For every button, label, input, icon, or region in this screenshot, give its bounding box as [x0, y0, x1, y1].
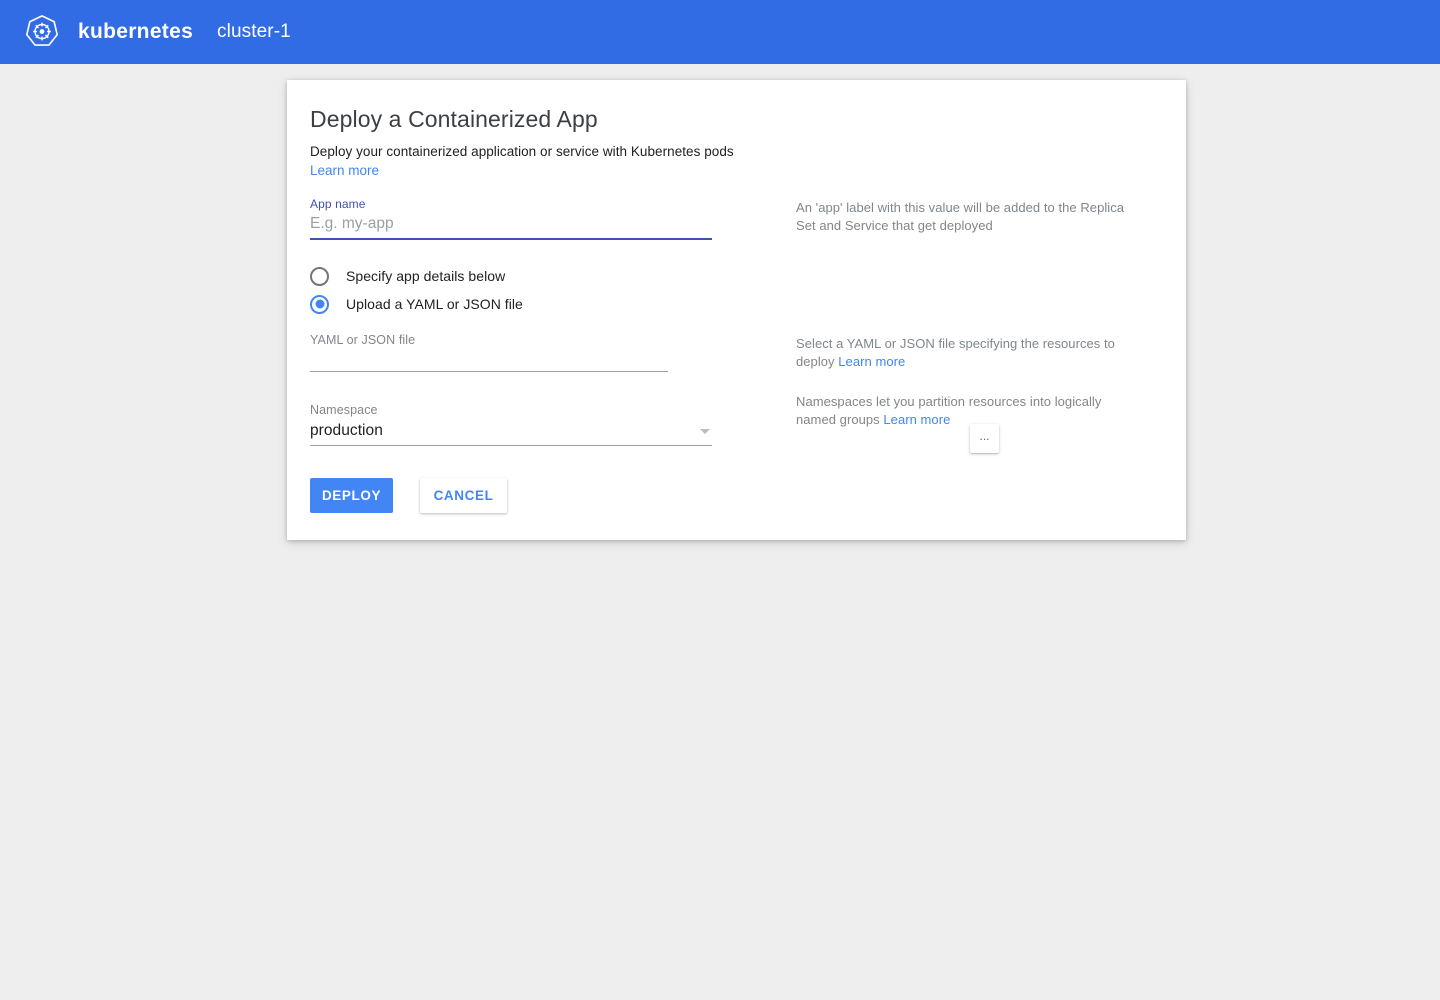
- app-name-underline: [310, 238, 712, 240]
- yaml-json-file-help: Select a YAML or JSON file specifying th…: [796, 335, 1141, 371]
- card-description: Deploy your containerized application or…: [310, 144, 734, 159]
- radio-selected-icon: [310, 294, 329, 314]
- cluster-name: cluster-1: [217, 21, 291, 42]
- app-name-help-text: An 'app' label with this value will be a…: [796, 200, 1125, 233]
- radio-unselected-icon: [310, 266, 329, 286]
- deploy-button[interactable]: DEPLOY: [310, 478, 393, 513]
- yaml-json-file-learn-more-link[interactable]: Learn more: [838, 354, 905, 369]
- namespace-selected-value: production: [310, 422, 383, 439]
- yaml-json-file-underline: [310, 371, 668, 372]
- namespace-label: Namespace: [310, 403, 378, 417]
- namespace-help: Namespaces let you partition resources i…: [796, 393, 1141, 429]
- yaml-json-file-label: YAML or JSON file: [310, 333, 416, 347]
- deploy-card: Deploy a Containerized App Deploy your c…: [287, 80, 1186, 540]
- app-name-field: App name: [310, 197, 712, 240]
- kubernetes-logo-icon: [22, 12, 62, 52]
- radio-specify-app-details-label: Specify app details below: [346, 268, 506, 284]
- namespace-learn-more-link[interactable]: Learn more: [883, 412, 950, 427]
- description-learn-more-link[interactable]: Learn more: [310, 163, 379, 178]
- radio-specify-app-details[interactable]: Specify app details below: [310, 262, 523, 290]
- radio-upload-yaml-json-label: Upload a YAML or JSON file: [346, 296, 523, 312]
- app-header: kubernetes cluster-1: [0, 0, 1440, 64]
- file-input-spacer: [310, 348, 668, 371]
- app-name-input[interactable]: [310, 211, 712, 238]
- deploy-source-radio-group: Specify app details below Upload a YAML …: [310, 262, 523, 318]
- brand-title: kubernetes: [78, 20, 194, 43]
- chevron-down-icon: [700, 429, 710, 434]
- namespace-underline: [310, 445, 712, 446]
- namespace-select[interactable]: production: [310, 418, 712, 445]
- app-name-label: App name: [310, 197, 366, 211]
- cancel-button[interactable]: CANCEL: [420, 478, 507, 513]
- card-actions: DEPLOY CANCEL: [310, 478, 507, 513]
- namespace-field: Namespace production: [310, 403, 712, 446]
- yaml-json-file-field: YAML or JSON file: [310, 333, 668, 372]
- page-title: Deploy a Containerized App: [310, 106, 598, 132]
- radio-upload-yaml-json[interactable]: Upload a YAML or JSON file: [310, 290, 523, 318]
